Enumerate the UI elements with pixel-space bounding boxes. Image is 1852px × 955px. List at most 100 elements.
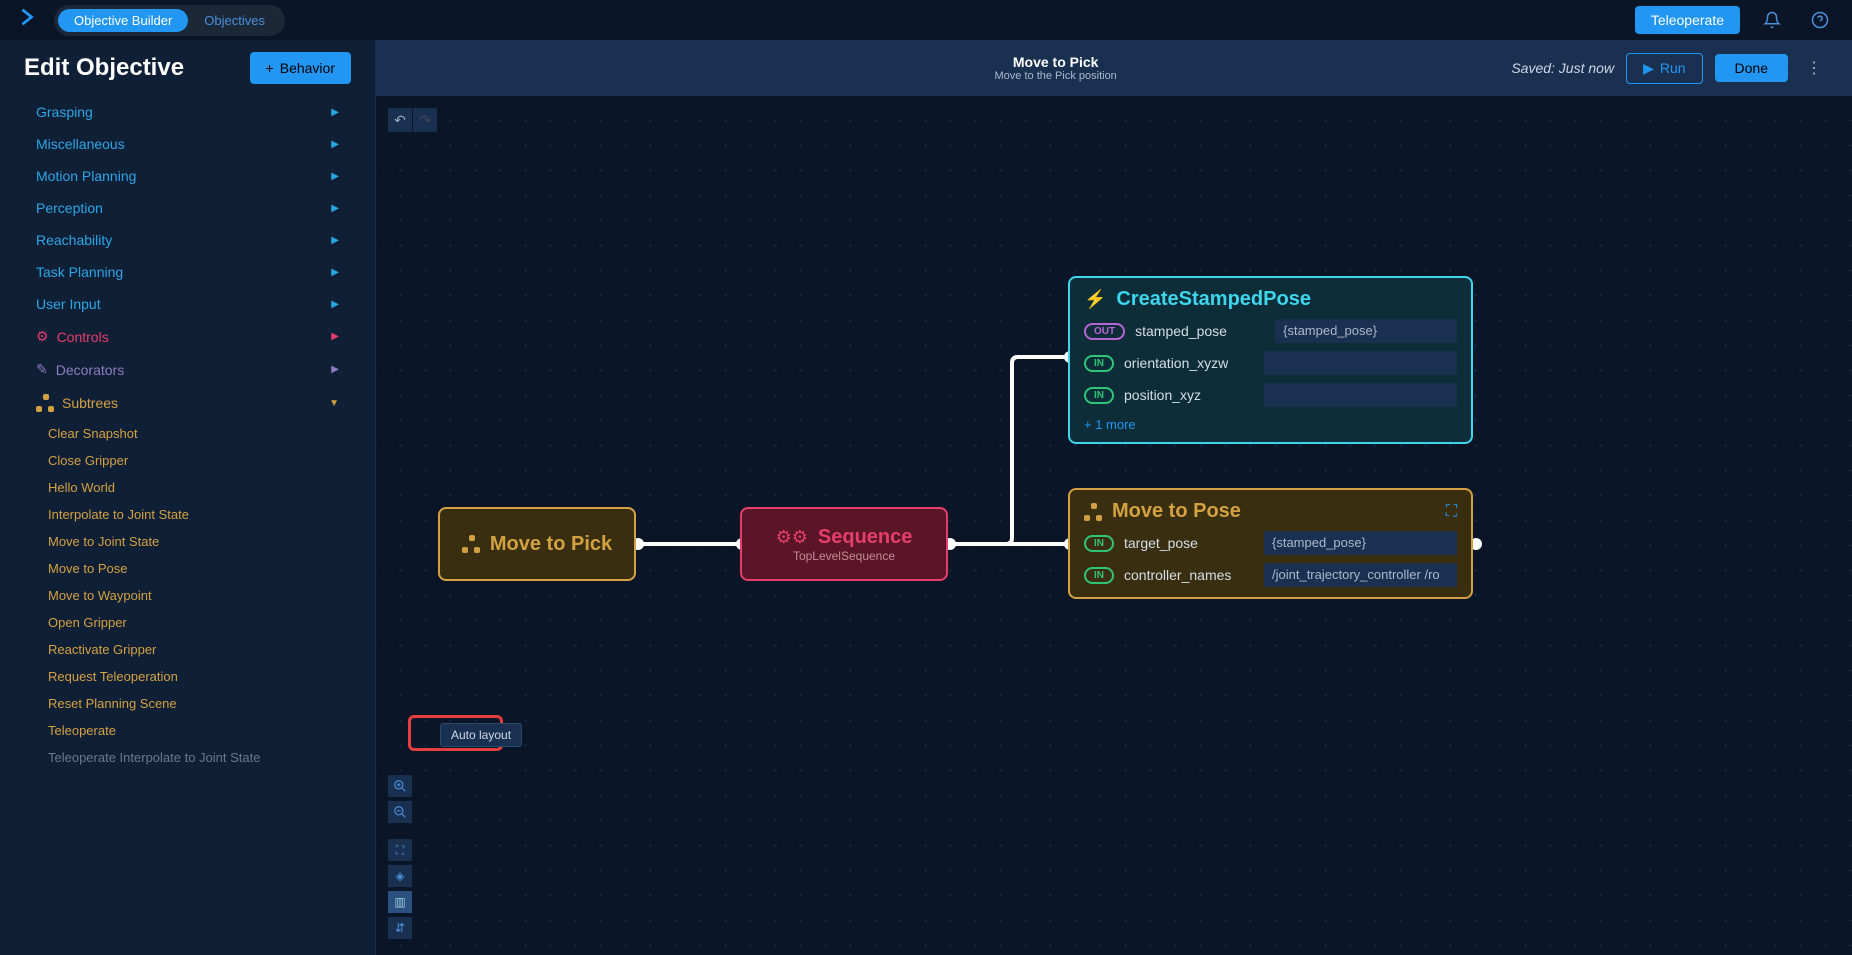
node-move-to-pose[interactable]: Move to Pose ⛶ IN target_pose {stamped_p… [1068, 488, 1473, 599]
chevron-right-icon: ▶ [331, 139, 339, 150]
chevron-right-icon: ▶ [331, 331, 339, 342]
category-grasping[interactable]: Grasping▶ [12, 96, 363, 128]
port-row: IN orientation_xyzw [1070, 347, 1471, 379]
category-task-planning[interactable]: Task Planning▶ [12, 256, 363, 288]
add-behavior-button[interactable]: + Behavior [250, 52, 351, 84]
port-row: OUT stamped_pose {stamped_pose} [1070, 315, 1471, 347]
category-motion-planning[interactable]: Motion Planning▶ [12, 160, 363, 192]
chevron-right-icon: ▶ [331, 107, 339, 118]
sidebar: Edit Objective + Behavior Grasping▶ Misc… [0, 40, 376, 955]
subtree-item[interactable]: Move to Pose [12, 555, 363, 582]
undo-redo-group: ↶ ↷ [388, 108, 437, 132]
run-button[interactable]: ▶ Run [1626, 53, 1702, 84]
subtree-item[interactable]: Reactivate Gripper [12, 636, 363, 663]
fit-view-button[interactable]: ⛶ [388, 839, 412, 861]
port-value[interactable]: {stamped_pose} [1275, 319, 1457, 343]
subtree-item[interactable]: Move to Waypoint [12, 582, 363, 609]
node-create-stamped-pose[interactable]: ⚡ CreateStampedPose OUT stamped_pose {st… [1068, 276, 1473, 444]
port-badge-in: IN [1084, 387, 1114, 404]
decorator-icon: ✎ [36, 361, 48, 378]
node-title: Sequence [818, 526, 912, 549]
node-link [946, 536, 1076, 552]
port-value[interactable]: {stamped_pose} [1264, 531, 1457, 555]
bell-icon[interactable] [1756, 4, 1788, 36]
saved-status: Saved: Just now [1511, 60, 1614, 76]
zoom-in-button[interactable] [388, 775, 412, 797]
page-title: Edit Objective [24, 54, 184, 82]
subtree-item[interactable]: Hello World [12, 474, 363, 501]
more-menu-icon[interactable]: ⋮ [1800, 52, 1828, 84]
node-move-to-pick[interactable]: Move to Pick [438, 507, 636, 581]
category-controls[interactable]: ⚙ Controls▶ [12, 320, 363, 353]
logo-icon [16, 6, 38, 34]
node-title: Move to Pose [1112, 500, 1241, 523]
chevron-right-icon: ▶ [331, 267, 339, 278]
category-perception[interactable]: Perception▶ [12, 192, 363, 224]
subtree-item[interactable]: Interpolate to Joint State [12, 501, 363, 528]
bolt-icon: ⚡ [1084, 289, 1106, 310]
main: Edit Objective + Behavior Grasping▶ Misc… [0, 40, 1852, 955]
chevron-right-icon: ▶ [331, 171, 339, 182]
subtree-item[interactable]: Close Gripper [12, 447, 363, 474]
port-row: IN position_xyz [1070, 379, 1471, 411]
subtree-item[interactable]: Move to Joint State [12, 528, 363, 555]
node-link [946, 351, 1076, 551]
node-sequence[interactable]: ⚙⚙ Sequence TopLevelSequence [740, 507, 948, 581]
tab-group: Objective Builder Objectives [54, 5, 285, 36]
canvas-title-block: Move to Pick Move to the Pick position [600, 54, 1511, 82]
port-badge-out: OUT [1084, 323, 1125, 340]
auto-layout-button[interactable]: ▥ [388, 891, 412, 913]
subtree-item[interactable]: Clear Snapshot [12, 420, 363, 447]
chevron-right-icon: ▶ [331, 364, 339, 375]
port-name: controller_names [1124, 567, 1254, 583]
node-link [636, 542, 744, 546]
redo-button[interactable]: ↷ [413, 108, 437, 132]
port-badge-in: IN [1084, 535, 1114, 552]
play-icon: ▶ [1643, 60, 1654, 77]
port-name: orientation_xyzw [1124, 355, 1254, 371]
port-name: target_pose [1124, 535, 1254, 551]
port-badge-in: IN [1084, 355, 1114, 372]
run-label: Run [1660, 60, 1686, 76]
zoom-out-button[interactable] [388, 801, 412, 823]
category-subtrees[interactable]: Subtrees▼ [12, 386, 363, 420]
subtree-icon [1084, 503, 1102, 521]
chevron-right-icon: ▶ [331, 299, 339, 310]
category-user-input[interactable]: User Input▶ [12, 288, 363, 320]
done-button[interactable]: Done [1715, 54, 1788, 82]
port-row: IN controller_names /joint_trajectory_co… [1070, 559, 1471, 597]
help-icon[interactable] [1804, 4, 1836, 36]
undo-button[interactable]: ↶ [388, 108, 412, 132]
tab-objectives[interactable]: Objectives [188, 9, 281, 32]
port-value[interactable] [1264, 351, 1457, 375]
node-subtitle: TopLevelSequence [793, 549, 895, 563]
layout-toggle-button[interactable]: ⇵ [388, 917, 412, 939]
category-miscellaneous[interactable]: Miscellaneous▶ [12, 128, 363, 160]
subtree-item[interactable]: Request Teleoperation [12, 663, 363, 690]
chevron-down-icon: ▼ [329, 398, 339, 409]
teleoperate-button[interactable]: Teleoperate [1635, 6, 1740, 34]
center-button[interactable]: ◈ [388, 865, 412, 887]
node-title: CreateStampedPose [1116, 288, 1311, 311]
subtree-item[interactable]: Teleoperate Interpolate to Joint State [12, 744, 363, 771]
category-decorators[interactable]: ✎ Decorators▶ [12, 353, 363, 386]
add-behavior-label: Behavior [280, 60, 335, 76]
port-row: IN target_pose {stamped_pose} [1070, 527, 1471, 559]
canvas-subtitle: Move to the Pick position [600, 70, 1511, 82]
chevron-right-icon: ▶ [331, 203, 339, 214]
port-name: stamped_pose [1135, 323, 1265, 339]
port-value[interactable] [1264, 383, 1457, 407]
canvas-title: Move to Pick [600, 54, 1511, 70]
tab-objective-builder[interactable]: Objective Builder [58, 9, 188, 32]
canvas[interactable]: ↶ ↷ Move to Pick [376, 96, 1852, 955]
port-more-link[interactable]: + 1 more [1070, 411, 1471, 442]
subtree-item[interactable]: Open Gripper [12, 609, 363, 636]
port-value[interactable]: /joint_trajectory_controller /ro [1264, 563, 1457, 587]
zoom-tools: ⛶ ◈ ▥ ⇵ [388, 775, 412, 939]
subtree-item[interactable]: Reset Planning Scene [12, 690, 363, 717]
category-reachability[interactable]: Reachability▶ [12, 224, 363, 256]
sidebar-list: Grasping▶ Miscellaneous▶ Motion Planning… [0, 96, 375, 955]
canvas-actions: Saved: Just now ▶ Run Done ⋮ [1511, 52, 1828, 84]
subtree-item[interactable]: Teleoperate [12, 717, 363, 744]
expand-icon[interactable]: ⛶ [1446, 503, 1457, 521]
